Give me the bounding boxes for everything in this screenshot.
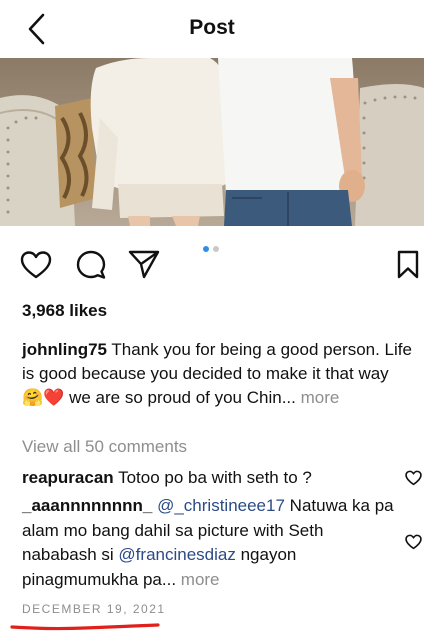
- heart-icon[interactable]: [20, 250, 52, 280]
- comment-text: Totoo po ba with seth to ?: [118, 468, 312, 487]
- comment-icon[interactable]: [76, 250, 106, 280]
- caption-username[interactable]: johnling75: [22, 340, 107, 359]
- comment-username[interactable]: _aaannnnnnnn_: [22, 496, 152, 515]
- page-title: Post: [189, 16, 235, 39]
- comment-like-heart-icon[interactable]: [405, 470, 422, 486]
- comment-mention[interactable]: @_christineee17: [157, 496, 285, 515]
- comment-more-link[interactable]: more: [181, 570, 220, 589]
- caption-text-continued: we are so proud of you Chin...: [69, 388, 296, 407]
- comment-item: _aaannnnnnnn_ @_christineee17 Natuwa ka …: [22, 494, 402, 592]
- send-icon[interactable]: [128, 249, 160, 279]
- view-all-comments-link[interactable]: View all 50 comments: [22, 437, 187, 457]
- caption-more-link[interactable]: more: [301, 388, 340, 407]
- comment-like-heart-icon[interactable]: [405, 534, 422, 550]
- red-underline-annotation: [10, 623, 160, 631]
- post-date: DECEMBER 19, 2021: [22, 602, 166, 616]
- comment-username[interactable]: reapuracan: [22, 468, 114, 487]
- post-photo[interactable]: [0, 58, 424, 226]
- carousel-dot: [213, 246, 219, 252]
- comment-item: reapuracan Totoo po ba with seth to ?: [22, 466, 402, 491]
- comment-mention[interactable]: @francinesdiaz: [118, 545, 235, 564]
- likes-count[interactable]: 3,968 likes: [22, 301, 107, 321]
- caption-emoji: 🤗❤️: [22, 388, 65, 407]
- carousel-dot-active: [203, 246, 209, 252]
- bookmark-icon[interactable]: [396, 250, 420, 280]
- post-caption: johnling75 Thank you for being a good pe…: [22, 338, 414, 410]
